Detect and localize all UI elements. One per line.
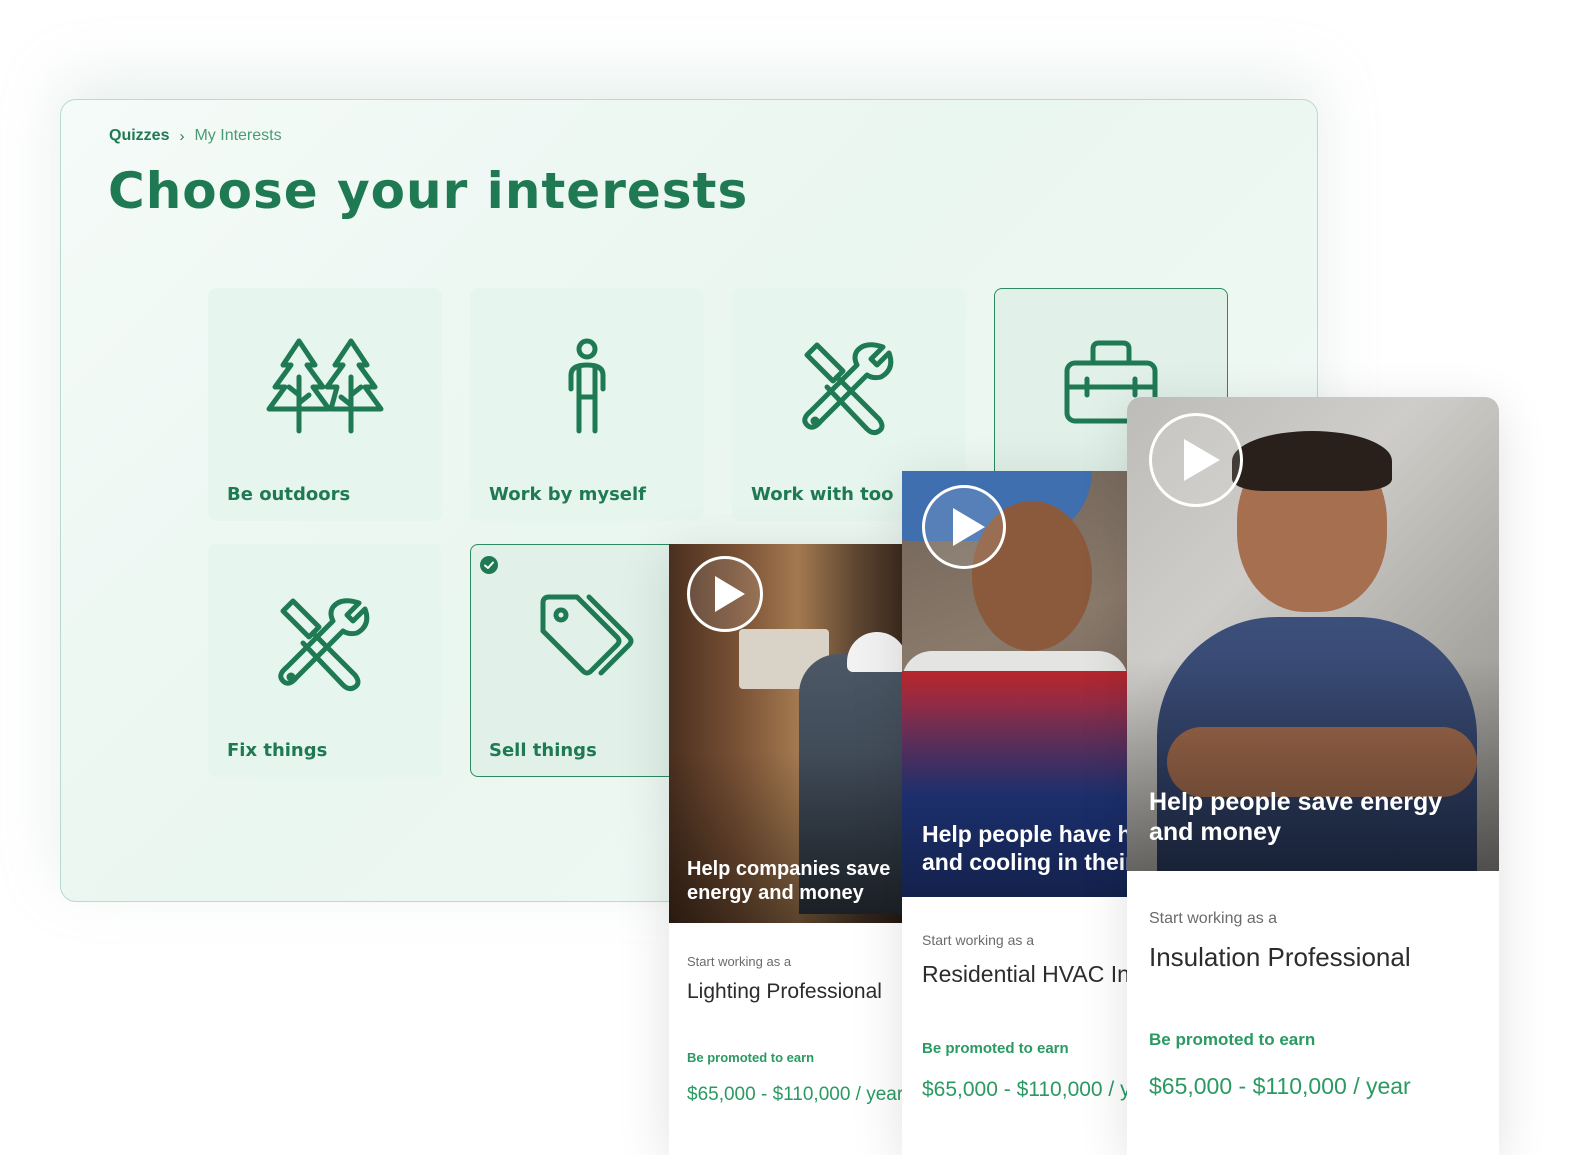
start-working-label: Start working as a: [1149, 910, 1278, 927]
role-title: Insulation Professional: [1149, 942, 1411, 972]
role-title: Lighting Professional: [687, 980, 882, 1003]
breadcrumb-current: My Interests: [194, 127, 282, 144]
play-button-icon[interactable]: [687, 556, 763, 632]
interest-label: Be outdoors: [227, 484, 351, 505]
interest-tile-work-by-myself[interactable]: Work by myself: [470, 288, 704, 521]
page-title: Choose your interests: [108, 162, 749, 220]
check-icon: [480, 556, 498, 574]
interest-label: Work with too: [751, 484, 894, 505]
breadcrumb-quizzes-link[interactable]: Quizzes: [109, 127, 169, 145]
breadcrumb: Quizzes › My Interests: [109, 127, 282, 145]
start-working-label: Start working as a: [687, 954, 792, 969]
tools-icon: [278, 598, 370, 692]
hard-hat-image: [847, 632, 903, 672]
trees-icon: [266, 338, 384, 434]
promoted-label: Be promoted to earn: [1149, 1030, 1316, 1049]
promoted-label: Be promoted to earn: [922, 1040, 1069, 1057]
card-caption: Help people have h and cooling in their: [922, 821, 1128, 875]
career-video-thumbnail[interactable]: Help people save energy and money: [1127, 397, 1499, 871]
career-card-hvac[interactable]: Help people have h and cooling in their …: [902, 471, 1128, 1155]
play-button-icon[interactable]: [922, 485, 1006, 569]
interest-tile-fix-things[interactable]: Fix things: [208, 544, 442, 777]
career-card-lighting[interactable]: Help companies save energy and money Sta…: [669, 544, 903, 1155]
salary-range: $65,000 - $110,000 / year: [687, 1084, 903, 1105]
interest-label: Work by myself: [489, 484, 646, 505]
role-title: Residential HVAC In: [922, 961, 1128, 987]
salary-range: $65,000 - $110,000 / year: [1149, 1073, 1411, 1099]
promoted-label: Be promoted to earn: [687, 1050, 815, 1065]
career-video-thumbnail[interactable]: Help companies save energy and money: [669, 544, 903, 923]
price-tags-icon: [540, 594, 634, 676]
card-caption: Help people save energy and money: [1149, 788, 1443, 846]
tools-icon: [802, 342, 894, 436]
chevron-right-icon: ›: [179, 127, 185, 145]
interest-label: Fix things: [227, 740, 328, 761]
career-card-insulation[interactable]: Help people save energy and money Start …: [1127, 397, 1499, 1155]
person-icon: [568, 338, 606, 434]
hair-image: [1232, 431, 1392, 491]
salary-range: $65,000 - $110,000 / y: [922, 1078, 1128, 1101]
play-button-icon[interactable]: [1149, 413, 1243, 507]
interest-tile-be-outdoors[interactable]: Be outdoors: [208, 288, 442, 521]
start-working-label: Start working as a: [922, 932, 1035, 948]
card-caption: Help companies save energy and money: [687, 858, 891, 904]
career-video-thumbnail[interactable]: Help people have h and cooling in their: [902, 471, 1128, 897]
interest-label: Sell things: [489, 740, 597, 761]
